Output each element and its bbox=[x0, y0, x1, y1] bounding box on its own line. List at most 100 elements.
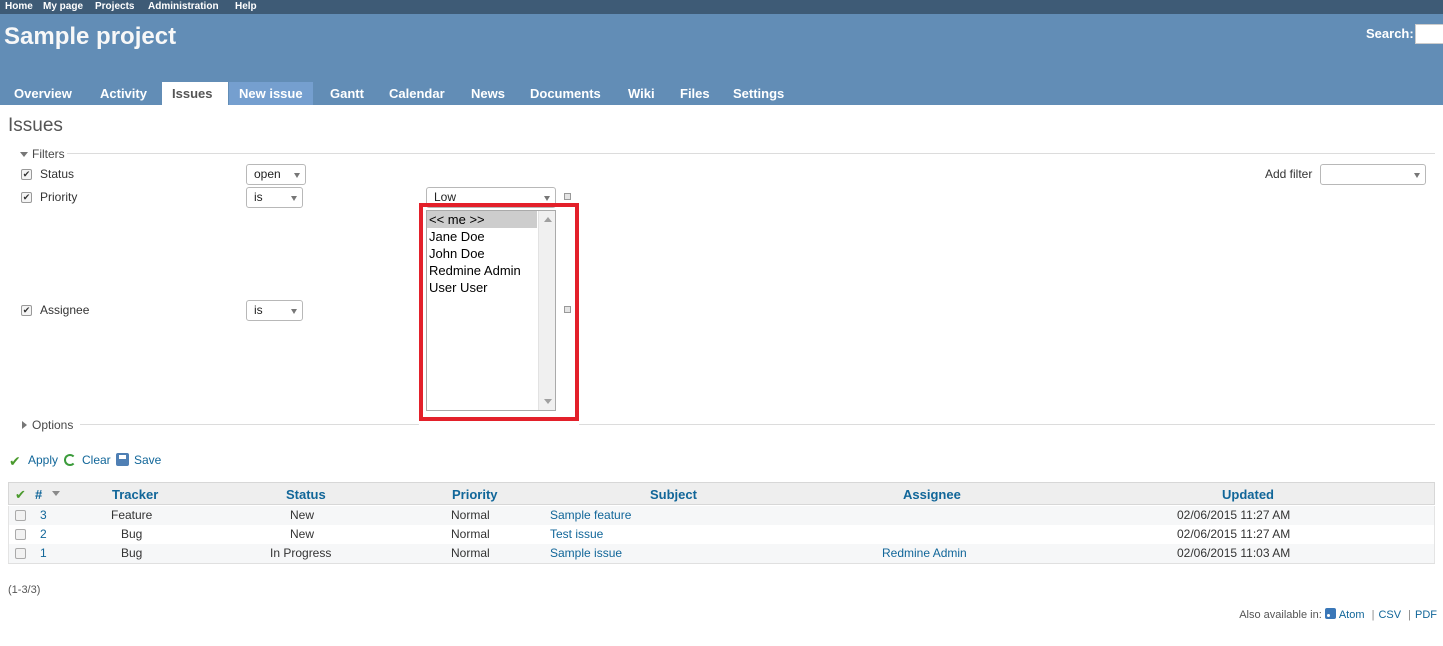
issue-priority: Normal bbox=[451, 527, 490, 541]
options-legend-label: Options bbox=[32, 418, 74, 432]
issue-id-link[interactable]: 2 bbox=[40, 527, 47, 541]
chevron-down-icon bbox=[1414, 173, 1420, 178]
assignee-option-jane-doe[interactable]: Jane Doe bbox=[427, 228, 537, 245]
tab-files[interactable]: Files bbox=[670, 82, 720, 105]
assignee-option-john-doe[interactable]: John Doe bbox=[427, 245, 537, 262]
tab-gantt[interactable]: Gantt bbox=[320, 82, 374, 105]
status-operator-value: open bbox=[254, 167, 281, 181]
status-filter-label: Status bbox=[40, 167, 75, 181]
options-divider-right bbox=[579, 424, 1435, 425]
assignee-filter-label: Assignee bbox=[40, 303, 90, 317]
feed-icon bbox=[1324, 608, 1336, 619]
assignee-multiselect[interactable]: << me >> Jane Doe John Doe Redmine Admin… bbox=[426, 210, 556, 411]
pagination-info: (1-3/3) bbox=[8, 584, 41, 596]
tab-documents[interactable]: Documents bbox=[520, 82, 611, 105]
assignee-option-redmine-admin[interactable]: Redmine Admin bbox=[427, 262, 537, 279]
issue-updated: 02/06/2015 11:03 AM bbox=[1177, 546, 1291, 560]
toggle-all-checkmark-icon[interactable]: ✔ bbox=[15, 487, 26, 503]
filters-divider bbox=[67, 153, 1435, 154]
header: Sample project Search: Overview Activity… bbox=[0, 14, 1443, 105]
column-header-priority[interactable]: Priority bbox=[452, 487, 498, 502]
top-menu-projects[interactable]: Projects bbox=[95, 0, 134, 13]
table-header: ✔ # Tracker Status Priority Subject Assi… bbox=[8, 482, 1435, 505]
search-input[interactable] bbox=[1415, 24, 1443, 44]
issue-subject-link[interactable]: Sample feature bbox=[550, 508, 631, 522]
table-row[interactable]: 2 Bug New Normal Test issue 02/06/2015 1… bbox=[8, 525, 1435, 544]
options-divider-left bbox=[80, 424, 419, 425]
add-filter-label: Add filter bbox=[1265, 167, 1313, 181]
tab-wiki[interactable]: Wiki bbox=[618, 82, 665, 105]
top-menu: Home My page Projects Administration Hel… bbox=[0, 0, 1443, 14]
issue-assignee-link[interactable]: Redmine Admin bbox=[882, 546, 967, 560]
status-operator-select[interactable]: open bbox=[246, 164, 306, 185]
tab-news[interactable]: News bbox=[461, 82, 515, 105]
tab-overview[interactable]: Overview bbox=[4, 82, 82, 105]
assignee-option-user-user[interactable]: User User bbox=[427, 279, 537, 296]
options-legend[interactable]: Options bbox=[22, 418, 73, 432]
issue-id-link[interactable]: 1 bbox=[40, 546, 47, 560]
top-menu-administration[interactable]: Administration bbox=[148, 0, 219, 13]
issue-priority: Normal bbox=[451, 546, 490, 560]
clear-button[interactable]: Clear bbox=[82, 453, 111, 467]
top-menu-home[interactable]: Home bbox=[5, 0, 33, 13]
other-formats: Also available in: Atom | CSV | PDF bbox=[1239, 608, 1437, 621]
assignee-operator-select[interactable]: is bbox=[246, 300, 303, 321]
other-formats-label: Also available in: bbox=[1239, 609, 1322, 621]
status-filter-checkbox[interactable]: ✔ bbox=[21, 169, 32, 180]
save-disk-icon bbox=[116, 453, 129, 466]
priority-filter-label: Priority bbox=[40, 190, 78, 204]
column-header-assignee[interactable]: Assignee bbox=[903, 487, 961, 502]
table-row[interactable]: 3 Feature New Normal Sample feature 02/0… bbox=[8, 506, 1435, 525]
column-header-subject[interactable]: Subject bbox=[650, 487, 697, 502]
column-header-updated[interactable]: Updated bbox=[1222, 487, 1274, 502]
assignee-option-me[interactable]: << me >> bbox=[427, 211, 537, 228]
search-label: Search: bbox=[1366, 26, 1414, 41]
row-checkbox[interactable] bbox=[15, 529, 26, 540]
save-button[interactable]: Save bbox=[134, 453, 161, 467]
row-checkbox[interactable] bbox=[15, 548, 26, 559]
scroll-up-icon[interactable] bbox=[544, 217, 552, 222]
row-checkbox[interactable] bbox=[15, 510, 26, 521]
issue-id-link[interactable]: 3 bbox=[40, 508, 47, 522]
expand-arrow-icon bbox=[22, 421, 27, 429]
issue-subject-link[interactable]: Test issue bbox=[550, 527, 603, 541]
assignee-list-scrollbar[interactable] bbox=[538, 211, 555, 410]
tab-settings[interactable]: Settings bbox=[723, 82, 794, 105]
chevron-down-icon bbox=[291, 309, 297, 314]
column-header-id[interactable]: # bbox=[35, 487, 42, 502]
issue-status: New bbox=[290, 508, 315, 522]
chevron-down-icon bbox=[294, 173, 300, 178]
column-header-tracker[interactable]: Tracker bbox=[112, 487, 158, 502]
pdf-link[interactable]: PDF bbox=[1415, 609, 1437, 621]
project-title: Sample project bbox=[4, 23, 177, 50]
column-header-status[interactable]: Status bbox=[286, 487, 326, 502]
assignee-filter-checkbox[interactable]: ✔ bbox=[21, 305, 32, 316]
scroll-down-icon[interactable] bbox=[544, 399, 552, 404]
collapse-arrow-icon bbox=[20, 152, 28, 157]
add-filter-select[interactable] bbox=[1320, 164, 1426, 185]
chevron-down-icon bbox=[544, 196, 550, 201]
issue-updated: 02/06/2015 11:27 AM bbox=[1177, 508, 1291, 522]
issue-status: New bbox=[290, 527, 315, 541]
table-row[interactable]: 1 Bug In Progress Normal Sample issue Re… bbox=[8, 544, 1435, 563]
page-title: Issues bbox=[8, 115, 63, 136]
priority-toggle-multiselect-icon[interactable] bbox=[564, 193, 571, 200]
priority-filter-checkbox[interactable]: ✔ bbox=[21, 192, 32, 203]
chevron-down-icon bbox=[291, 196, 297, 201]
csv-link[interactable]: CSV bbox=[1378, 609, 1401, 621]
apply-button[interactable]: Apply bbox=[28, 453, 58, 467]
tab-activity[interactable]: Activity bbox=[90, 82, 157, 105]
separator: | bbox=[1371, 609, 1375, 621]
sort-desc-icon bbox=[52, 491, 60, 496]
top-menu-my-page[interactable]: My page bbox=[43, 0, 83, 13]
filters-legend[interactable]: Filters bbox=[20, 147, 65, 161]
issue-tracker: Bug bbox=[121, 546, 143, 560]
separator: | bbox=[1408, 609, 1411, 621]
tab-issues[interactable]: Issues bbox=[162, 82, 228, 105]
top-menu-help[interactable]: Help bbox=[235, 0, 257, 13]
tab-new-issue[interactable]: New issue bbox=[229, 82, 313, 105]
issue-subject-link[interactable]: Sample issue bbox=[550, 546, 622, 560]
tab-calendar[interactable]: Calendar bbox=[379, 82, 455, 105]
atom-link[interactable]: Atom bbox=[1339, 609, 1365, 621]
priority-operator-select[interactable]: is bbox=[246, 187, 303, 208]
